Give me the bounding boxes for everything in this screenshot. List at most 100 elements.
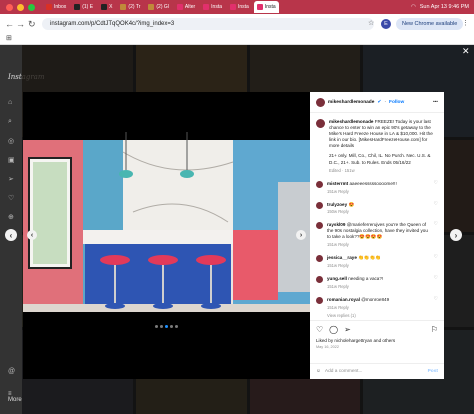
caption-username[interactable]: mikeshardlemonade	[329, 119, 373, 124]
tab-label: Inbox	[54, 4, 67, 10]
post-username[interactable]: mikeshardlemonade	[328, 100, 374, 105]
comment: romanian.royal @monroe849 151w Reply ♡	[310, 296, 444, 311]
browser-toolbar: ← → ↻ instagram.com/p/CdtJTqQOK4c/?img_i…	[0, 14, 474, 45]
comment-time: 151w	[327, 283, 338, 289]
comment-like-icon[interactable]: ♡	[434, 180, 438, 195]
zoom-window-button[interactable]	[28, 3, 35, 11]
create-icon[interactable]: ⊕	[8, 213, 14, 221]
comment-time: 151w	[327, 304, 338, 310]
comment-username[interactable]: jessica__raye	[327, 255, 357, 260]
more-options-icon[interactable]: •••	[433, 100, 438, 105]
browser-tab[interactable]: Inbox	[43, 1, 69, 13]
post-comment-button[interactable]: Post	[428, 369, 438, 374]
minimize-window-button[interactable]	[17, 3, 24, 11]
url-text: instagram.com/p/CdtJTqQOK4c/?img_index=3	[50, 21, 175, 27]
reply-link[interactable]: Reply	[338, 263, 349, 268]
comment-text: needing a vaca?!	[348, 275, 384, 281]
address-bar[interactable]: instagram.com/p/CdtJTqQOK4c/?img_index=3	[42, 18, 374, 30]
browser-tab[interactable]: Alter	[174, 1, 198, 13]
comment-username[interactable]: misterrmt	[327, 181, 348, 186]
search-icon[interactable]: ⌕	[8, 118, 12, 126]
next-post-arrow-icon[interactable]: ›	[450, 229, 462, 241]
comment-username[interactable]: trulyzoey	[327, 202, 347, 207]
browser-tab[interactable]: Insta	[200, 1, 225, 13]
threads-icon[interactable]: @	[8, 368, 15, 375]
menu-icon[interactable]: ⋮	[462, 19, 469, 27]
prev-post-arrow-icon[interactable]: ‹	[5, 229, 17, 241]
back-icon[interactable]: ←	[5, 19, 14, 29]
more-menu[interactable]: ≡ More	[8, 391, 22, 403]
comment: yung.sell needing a vaca?! 151w Reply ♡	[310, 275, 444, 290]
reload-icon[interactable]: ↻	[28, 19, 36, 30]
avatar[interactable]	[316, 275, 323, 283]
image-next-icon[interactable]: ›	[296, 230, 306, 240]
avatar[interactable]	[316, 97, 325, 107]
comment-meta: 151w Reply	[327, 263, 430, 269]
tab-favicon-icon	[101, 4, 108, 10]
comment-text: 😍	[348, 201, 355, 207]
save-icon[interactable]: ⚐	[431, 325, 438, 334]
comment-body: trulyzoey 😍 150w Reply	[327, 202, 430, 216]
tab-favicon-icon	[120, 4, 127, 10]
avatar[interactable]	[316, 119, 325, 128]
tab-label: (2) Tr	[128, 4, 141, 10]
browser-tab[interactable]: Insta	[227, 1, 252, 13]
avatar[interactable]	[316, 180, 323, 188]
caption-meta: Edited · 151w	[329, 167, 355, 173]
comment-like-icon[interactable]: ♡	[434, 254, 438, 269]
comment-text: 👏👏👏👏	[358, 255, 382, 260]
close-modal-icon[interactable]: ✕	[462, 46, 470, 57]
reply-link[interactable]: Reply	[338, 189, 349, 194]
browser-tab[interactable]: (1) E	[71, 1, 96, 13]
view-replies-link[interactable]: View replies (1)	[310, 313, 444, 318]
reply-link[interactable]: Reply	[338, 284, 349, 289]
follow-button[interactable]: Follow	[389, 100, 404, 105]
explore-icon[interactable]: ◎	[8, 137, 14, 145]
comment-username[interactable]: yung.sell	[327, 276, 347, 281]
comment-body: jessica__raye 👏👏👏👏 151w Reply	[327, 255, 430, 269]
comment-like-icon[interactable]: ♡	[434, 201, 438, 216]
comment-icon[interactable]: ◯	[329, 325, 338, 334]
reply-link[interactable]: Reply	[338, 305, 349, 310]
avatar[interactable]	[316, 296, 323, 304]
reply-link[interactable]: Reply	[338, 209, 349, 214]
add-comment-input[interactable]: Add a comment...	[325, 369, 363, 374]
tab-label: Alter	[184, 4, 196, 10]
browser-tab[interactable]: (2) Gl	[145, 1, 172, 13]
browser-tab[interactable]: X	[98, 1, 115, 13]
tab-label: X	[109, 4, 113, 10]
tab-favicon-icon	[256, 4, 263, 10]
reels-icon[interactable]: ▣	[8, 156, 15, 164]
close-window-button[interactable]	[6, 3, 13, 11]
new-chrome-button[interactable]: New Chrome available	[396, 18, 464, 30]
avatar[interactable]	[316, 201, 323, 209]
avatar[interactable]	[316, 222, 323, 230]
browser-tab[interactable]: Insta	[253, 1, 279, 13]
comment-username[interactable]: romanian.royal	[327, 297, 360, 302]
share-icon[interactable]: ➢	[344, 325, 351, 334]
avatar[interactable]	[316, 255, 323, 262]
comment-like-icon[interactable]: ♡	[434, 296, 438, 311]
star-icon[interactable]: ☆	[368, 19, 374, 27]
tab-favicon-icon	[74, 4, 81, 10]
liked-by[interactable]: Liked by nicholehargettryan and others	[316, 338, 395, 343]
like-icon[interactable]: ♡	[316, 325, 323, 334]
forward-icon[interactable]: →	[16, 19, 25, 29]
tab-favicon-icon	[46, 4, 52, 10]
apps-grid-icon[interactable]: ⊞	[6, 34, 12, 42]
profile-avatar[interactable]: E	[381, 19, 391, 29]
comment-meta: 151w Reply	[327, 284, 430, 290]
image-prev-icon[interactable]: ‹	[27, 230, 37, 240]
comment-like-icon[interactable]: ♡	[434, 275, 438, 290]
comment-username[interactable]: rayskl09	[327, 222, 345, 227]
notifications-icon[interactable]: ♡	[8, 194, 14, 202]
home-icon[interactable]: ⌂	[8, 99, 12, 106]
reply-link[interactable]: Reply	[338, 242, 349, 247]
messages-icon[interactable]: ➢	[8, 175, 14, 183]
emoji-icon[interactable]: ☺	[316, 369, 321, 374]
window-controls	[6, 3, 35, 11]
browser-tab[interactable]: (2) Tr	[117, 1, 143, 13]
tab-label: Insta	[211, 4, 222, 10]
comment-like-icon[interactable]: ♡	[434, 221, 438, 248]
more-label: More	[8, 397, 22, 403]
